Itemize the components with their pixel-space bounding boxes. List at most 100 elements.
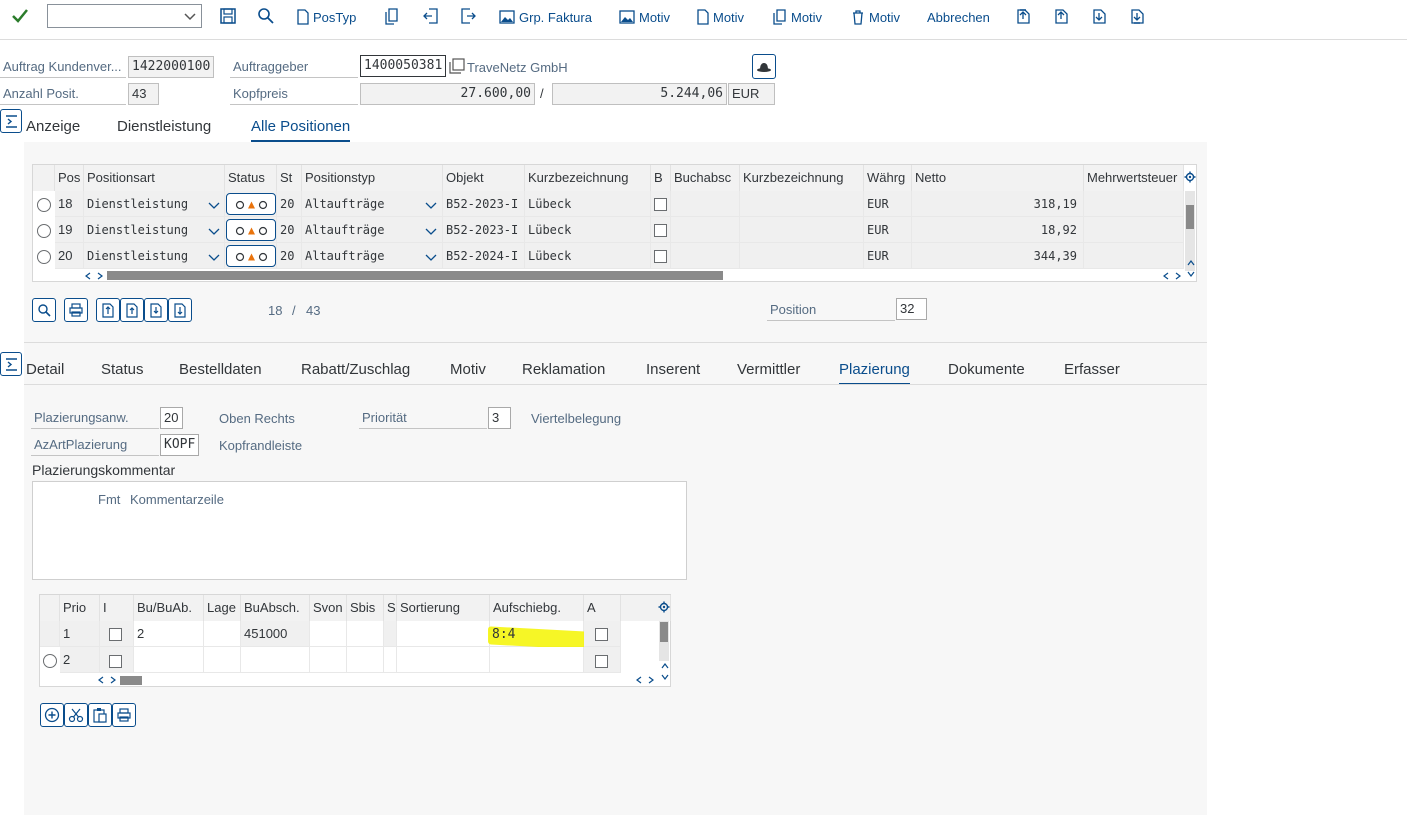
- person-button[interactable]: [752, 54, 776, 79]
- table-cell-lage[interactable]: [204, 621, 241, 647]
- arrow-out-document-icon[interactable]: [458, 6, 478, 26]
- column-header-buchabsc[interactable]: Buchabsc: [671, 165, 740, 191]
- horizontal-scrollbar-thumb[interactable]: [120, 676, 142, 685]
- azartplazierung-field[interactable]: KOPF: [160, 434, 199, 456]
- row-select-radio[interactable]: [37, 198, 51, 212]
- table-cell-positionstyp[interactable]: Altaufträge: [302, 243, 443, 269]
- tab-inserent[interactable]: Inserent: [646, 359, 700, 385]
- previous-row-button[interactable]: [120, 298, 144, 322]
- tab-erfasser[interactable]: Erfasser: [1064, 359, 1120, 385]
- table-cell-positionsart[interactable]: Dienstleistung: [84, 191, 225, 217]
- table-cell-svon[interactable]: [310, 621, 347, 647]
- settings-icon[interactable]: [658, 601, 670, 613]
- plazierungsanw-field[interactable]: 20: [160, 407, 183, 429]
- tab-motiv[interactable]: Motiv: [450, 359, 486, 385]
- row-select-radio[interactable]: [37, 250, 51, 264]
- column-header-b[interactable]: B: [651, 165, 671, 191]
- tab-detail[interactable]: Detail: [26, 359, 64, 385]
- status-button[interactable]: [226, 193, 276, 215]
- column-header-kurzbezeichnung-2[interactable]: Kurzbezeichnung: [740, 165, 864, 191]
- motiv-delete-button[interactable]: Motiv: [851, 6, 900, 28]
- table-cell-positionsart[interactable]: Dienstleistung: [84, 217, 225, 243]
- chevron-down-icon[interactable]: [208, 225, 220, 237]
- grp-faktura-button[interactable]: Grp. Faktura: [499, 6, 592, 28]
- column-header-positionstyp[interactable]: Positionstyp: [302, 165, 443, 191]
- arrow-in-document-icon[interactable]: [421, 6, 441, 26]
- row-checkbox[interactable]: [654, 198, 667, 211]
- postyp-button[interactable]: PosTyp: [297, 6, 356, 28]
- table-cell-aufschiebg[interactable]: [490, 647, 584, 673]
- zoom-button[interactable]: [32, 298, 56, 322]
- table-cell-bu-buab[interactable]: 2: [134, 621, 204, 647]
- column-header-lage[interactable]: Lage: [204, 595, 241, 621]
- collapse-header-button[interactable]: [0, 109, 22, 133]
- column-header-buabsch[interactable]: BuAbsch.: [241, 595, 310, 621]
- chevron-down-icon[interactable]: [425, 225, 437, 237]
- chevron-left-icon[interactable]: [83, 271, 93, 281]
- status-button[interactable]: [226, 245, 276, 267]
- chevron-up-icon[interactable]: [1186, 258, 1196, 268]
- table-cell-sbis[interactable]: [347, 621, 384, 647]
- chevron-up-icon[interactable]: [660, 661, 670, 671]
- last-row-button[interactable]: [168, 298, 192, 322]
- last-page-icon[interactable]: [1128, 6, 1148, 26]
- table-cell-sortierung[interactable]: [397, 621, 490, 647]
- tab-dokumente[interactable]: Dokumente: [948, 359, 1025, 385]
- previous-page-icon[interactable]: [1052, 6, 1072, 26]
- chevron-right-icon[interactable]: [1173, 271, 1183, 281]
- chevron-left-icon[interactable]: [634, 675, 644, 685]
- print-button[interactable]: [64, 298, 88, 322]
- table-cell-sbis[interactable]: [347, 647, 384, 673]
- column-header-svon[interactable]: Svon: [310, 595, 347, 621]
- first-page-icon[interactable]: [1014, 6, 1034, 26]
- column-header-kurzbezeichnung[interactable]: Kurzbezeichnung: [525, 165, 651, 191]
- motiv-image-button[interactable]: Motiv: [619, 6, 670, 28]
- column-header-pos[interactable]: Pos: [55, 165, 84, 191]
- print-button[interactable]: [112, 703, 136, 727]
- tab-plazierung[interactable]: Plazierung: [839, 359, 910, 385]
- column-header-objekt[interactable]: Objekt: [443, 165, 525, 191]
- chevron-down-icon[interactable]: [425, 199, 437, 211]
- chevron-right-icon[interactable]: [95, 271, 105, 281]
- table-cell-svon[interactable]: [310, 647, 347, 673]
- abbrechen-button[interactable]: Abbrechen: [927, 6, 990, 28]
- save-icon[interactable]: [218, 6, 238, 26]
- command-combo[interactable]: [47, 4, 202, 28]
- tab-alle-positionen[interactable]: Alle Positionen: [251, 116, 351, 142]
- column-header-prio[interactable]: Prio: [60, 595, 100, 621]
- chevron-down-icon[interactable]: [208, 251, 220, 263]
- status-button[interactable]: [226, 219, 276, 241]
- copy-icon[interactable]: [448, 57, 466, 75]
- column-header-s[interactable]: S: [384, 595, 397, 621]
- table-cell-positionsart[interactable]: Dienstleistung: [84, 243, 225, 269]
- column-header-bu-buab[interactable]: Bu/BuAb.: [134, 595, 204, 621]
- kommentar-textarea[interactable]: Fmt Kommentarzeile: [32, 481, 687, 580]
- chevron-down-icon[interactable]: [1186, 269, 1196, 279]
- tab-dienstleistung[interactable]: Dienstleistung: [117, 116, 211, 142]
- chevron-right-icon[interactable]: [108, 675, 118, 685]
- tab-rabatt-zuschlag[interactable]: Rabatt/Zuschlag: [301, 359, 410, 385]
- add-row-button[interactable]: [40, 703, 64, 727]
- horizontal-scrollbar-thumb[interactable]: [107, 271, 723, 280]
- row-checkbox[interactable]: [595, 655, 608, 668]
- checkmark-icon[interactable]: [10, 6, 30, 26]
- column-header-a[interactable]: A: [584, 595, 621, 621]
- scrollbar-thumb[interactable]: [1186, 205, 1194, 229]
- row-checkbox[interactable]: [109, 628, 122, 641]
- motiv-copy-button[interactable]: Motiv: [773, 6, 822, 28]
- row-checkbox[interactable]: [595, 628, 608, 641]
- table-cell-positionstyp[interactable]: Altaufträge: [302, 191, 443, 217]
- auftrag-field[interactable]: 1422000100: [128, 56, 214, 78]
- row-select-radio[interactable]: [37, 224, 51, 238]
- prioritaet-field[interactable]: 3: [488, 407, 511, 429]
- cut-button[interactable]: [64, 703, 88, 727]
- row-checkbox[interactable]: [654, 250, 667, 263]
- tab-anzeige[interactable]: Anzeige: [26, 116, 80, 142]
- table-cell-lage[interactable]: [204, 647, 241, 673]
- column-header-waehrg[interactable]: Währg: [864, 165, 912, 191]
- position-field[interactable]: 32: [896, 298, 927, 320]
- first-row-button[interactable]: [96, 298, 120, 322]
- column-header-st[interactable]: St: [277, 165, 302, 191]
- tab-vermittler[interactable]: Vermittler: [737, 359, 800, 385]
- table-cell-bu-buab[interactable]: [134, 647, 204, 673]
